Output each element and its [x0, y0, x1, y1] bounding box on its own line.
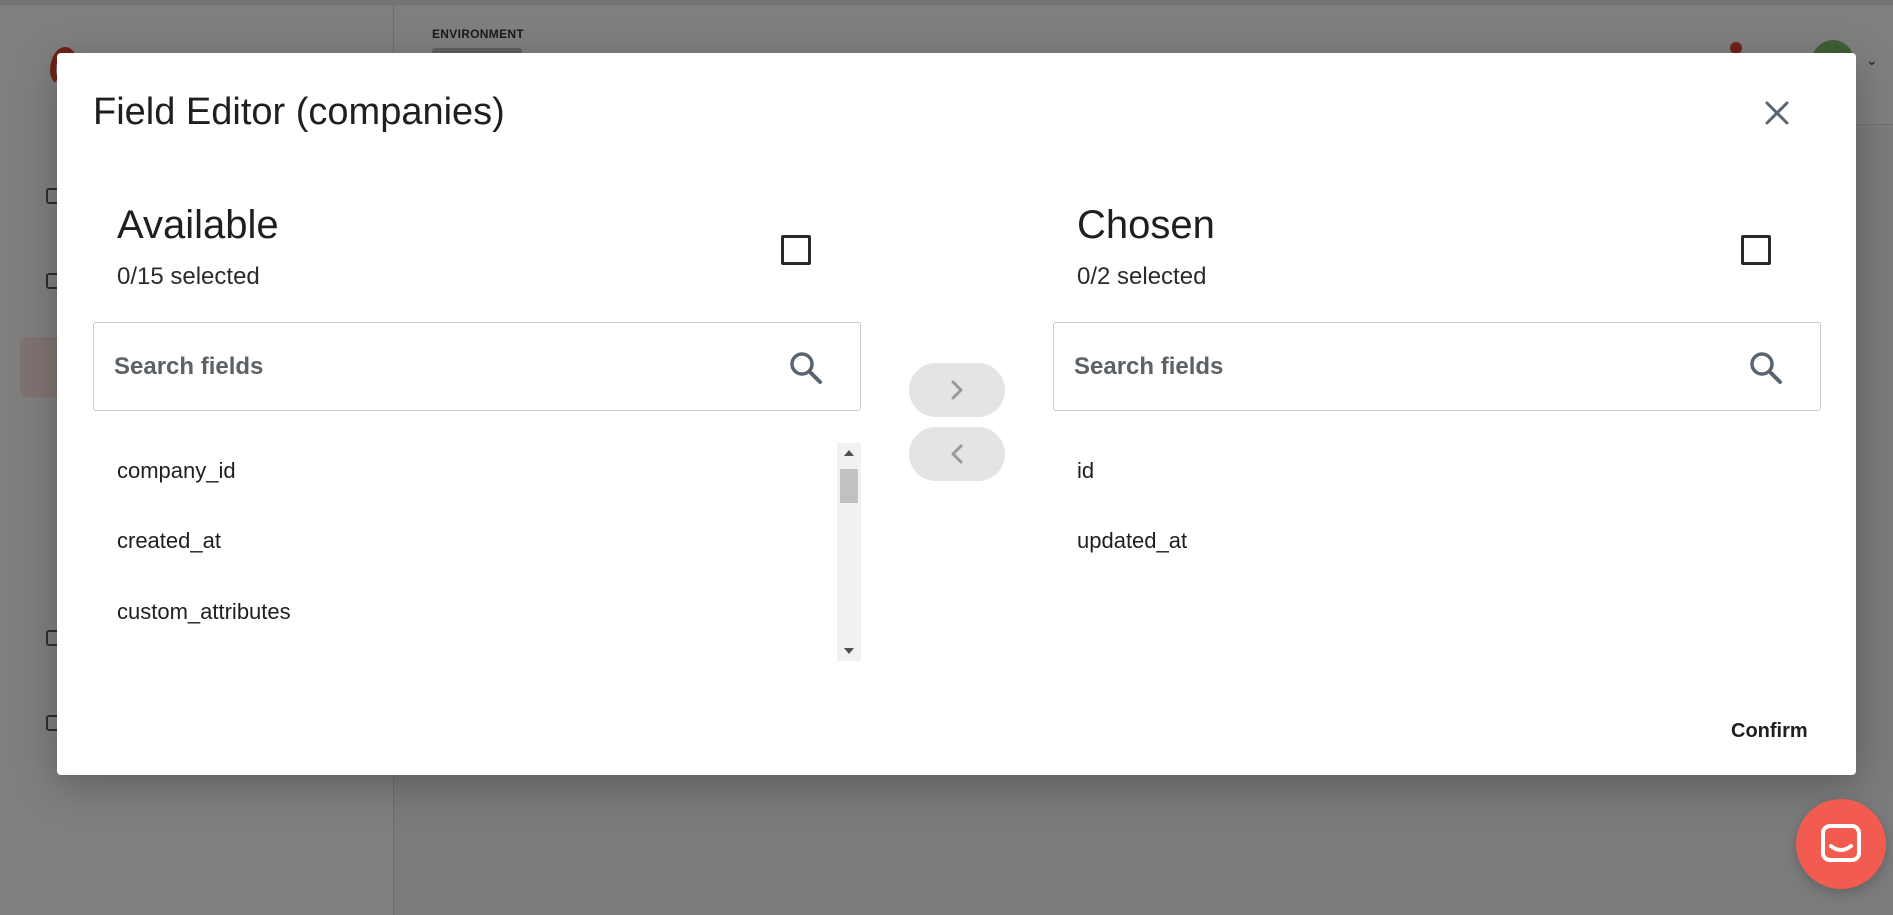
- chosen-list: id updated_at: [1053, 443, 1821, 661]
- chosen-title: Chosen: [1077, 203, 1215, 247]
- available-select-all-checkbox[interactable]: [781, 235, 811, 265]
- available-search-input[interactable]: [114, 323, 754, 410]
- chosen-select-all-checkbox[interactable]: [1741, 235, 1771, 265]
- close-button[interactable]: [1757, 93, 1797, 133]
- chosen-count: 0/2 selected: [1077, 263, 1207, 290]
- field-editor-modal: Field Editor (companies) Available 0/15 …: [57, 53, 1856, 775]
- list-item[interactable]: id: [1077, 458, 1094, 484]
- available-count: 0/15 selected: [117, 263, 260, 290]
- scroll-down-arrow-icon[interactable]: [837, 641, 861, 661]
- chat-icon: [1821, 824, 1861, 862]
- scroll-up-arrow-icon[interactable]: [837, 443, 861, 463]
- chosen-search-input[interactable]: [1074, 323, 1714, 410]
- list-item[interactable]: created_at: [117, 528, 221, 554]
- chosen-search: [1053, 322, 1821, 411]
- chevron-right-icon: [951, 380, 963, 400]
- move-right-button[interactable]: [909, 363, 1005, 417]
- move-left-button[interactable]: [909, 427, 1005, 481]
- confirm-button[interactable]: Confirm: [1731, 720, 1808, 743]
- chevron-left-icon: [951, 444, 963, 464]
- search-icon[interactable]: [1749, 351, 1783, 385]
- list-item[interactable]: company_id: [117, 458, 236, 484]
- list-item[interactable]: custom_attributes: [117, 599, 291, 625]
- available-title: Available: [117, 203, 279, 247]
- search-icon[interactable]: [789, 351, 823, 385]
- list-item[interactable]: updated_at: [1077, 528, 1187, 554]
- scrollbar-thumb[interactable]: [840, 469, 858, 503]
- available-list: company_id created_at custom_attributes: [93, 443, 861, 661]
- close-icon: [1765, 101, 1789, 125]
- modal-title: Field Editor (companies): [93, 91, 505, 133]
- available-search: [93, 322, 861, 411]
- chat-launcher-button[interactable]: [1796, 799, 1886, 889]
- available-scrollbar[interactable]: [837, 443, 861, 661]
